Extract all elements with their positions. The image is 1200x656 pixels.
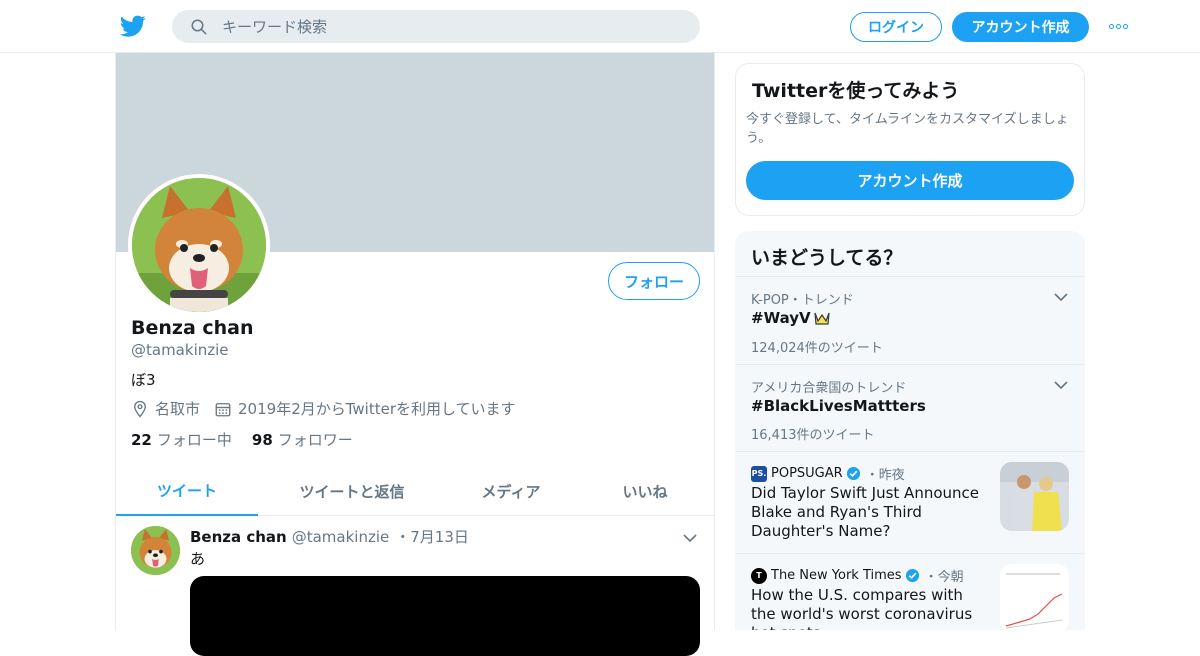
news-time: ・今朝 xyxy=(924,570,964,585)
followers-label: フォロワー xyxy=(277,431,353,449)
chevron-down-icon[interactable] xyxy=(1053,289,1069,305)
signup-promo-description: 今すぐ登録して、タイムラインをカスタマイズしましょう。 xyxy=(746,112,1069,146)
tweet-header: Benza chan @tamakinzie ・ 7月13日 xyxy=(190,526,469,547)
popsugar-logo-icon: PS. xyxy=(751,465,767,482)
tab-media[interactable]: メディア xyxy=(446,467,576,516)
tweet-item[interactable]: Benza chan @tamakinzie ・ 7月13日 あ xyxy=(116,516,714,656)
tweet-separator: ・ xyxy=(395,528,411,546)
tweet-text: あ xyxy=(190,550,206,568)
trend-item[interactable]: アメリカ合衆国のトレンド #BlackLivesMattters 16,413件… xyxy=(735,364,1085,451)
nytimes-logo-icon: T xyxy=(751,567,767,584)
signup-promo-box: Twitterを使ってみよう 今すぐ登録して、タイムラインをカスタマイズしましょ… xyxy=(735,63,1085,216)
tweet-author-name[interactable]: Benza chan xyxy=(190,528,287,546)
trends-panel: いまどうしてる？ K-POP・トレンド #WayV 124,024件のツイート … xyxy=(735,231,1085,630)
tab-tweets[interactable]: ツイート xyxy=(116,467,258,516)
trend-tag: #WayV xyxy=(751,309,831,327)
news-headline: Did Taylor Swift Just Announce Blake and… xyxy=(751,484,979,540)
location-pin-icon xyxy=(134,400,146,418)
profile-meta: 名取市 2019年2月からTwitterを利用しています xyxy=(131,398,516,419)
profile-name: Benza chan xyxy=(131,317,254,339)
profile-bio: ぼ3 xyxy=(131,371,156,389)
trend-tag: #BlackLivesMattters xyxy=(751,397,926,415)
search-input[interactable] xyxy=(222,17,662,36)
news-source: PS. POPSUGAR ・昨夜 xyxy=(751,464,905,483)
following-count: 22 xyxy=(131,431,152,449)
profile-joined: 2019年2月からTwitterを利用しています xyxy=(238,400,516,418)
verified-badge-icon xyxy=(905,568,919,583)
chevron-down-icon[interactable] xyxy=(682,530,698,546)
trend-count: 16,413件のツイート xyxy=(751,428,875,443)
signup-button[interactable]: アカウント作成 xyxy=(952,12,1089,42)
news-source-name: The New York Times xyxy=(771,568,902,583)
news-source: T The New York Times ・今朝 xyxy=(751,566,964,585)
profile-location: 名取市 xyxy=(155,400,201,418)
signup-promo-button[interactable]: アカウント作成 xyxy=(746,161,1074,200)
followers-link[interactable]: 98 フォロワー xyxy=(252,429,353,450)
search-icon xyxy=(191,19,207,34)
news-item[interactable]: T The New York Times ・今朝 How the U.S. co… xyxy=(735,553,1085,630)
followers-count: 98 xyxy=(251,431,273,449)
tweet-author-handle[interactable]: @tamakinzie xyxy=(292,528,390,546)
news-source-name: POPSUGAR xyxy=(771,466,843,481)
tweet-media[interactable] xyxy=(190,576,700,656)
trend-count: 124,024件のツイート xyxy=(751,341,883,356)
trends-title: いまどうしてる？ xyxy=(751,247,903,269)
crown-emoji-icon xyxy=(814,312,830,325)
profile-column: フォロー Benza chan @tamakinzie ぼ3 名取市 2019年… xyxy=(115,53,715,656)
news-thumbnail xyxy=(1000,462,1069,531)
signup-promo-title: Twitterを使ってみよう xyxy=(752,80,960,102)
follow-button[interactable]: フォロー xyxy=(608,262,700,300)
trend-category: アメリカ合衆国のトレンド xyxy=(751,381,907,396)
following-link[interactable]: 22 フォロー中 xyxy=(131,429,232,450)
login-button[interactable]: ログイン xyxy=(850,12,942,42)
calendar-icon xyxy=(215,402,231,416)
news-thumbnail xyxy=(1000,564,1069,630)
profile-tabs: ツイート ツイートと返信 メディア いいね xyxy=(116,467,714,516)
more-menu-icon[interactable] xyxy=(1106,17,1130,35)
trend-category: K-POP・トレンド xyxy=(751,293,854,308)
chevron-down-icon[interactable] xyxy=(1053,377,1069,393)
profile-avatar[interactable] xyxy=(128,174,270,316)
trend-item[interactable]: K-POP・トレンド #WayV 124,024件のツイート xyxy=(735,276,1085,364)
news-item[interactable]: PS. POPSUGAR ・昨夜 Did Taylor Swift Just A… xyxy=(735,451,1085,553)
search-bar[interactable] xyxy=(172,10,700,43)
shiba-dog-avatar-icon xyxy=(131,526,180,575)
tweet-date[interactable]: 7月13日 xyxy=(410,526,469,547)
tweet-avatar[interactable] xyxy=(131,526,180,575)
news-headline: How the U.S. compares with the world's w… xyxy=(751,586,973,630)
shiba-dog-avatar-icon xyxy=(132,178,266,312)
twitter-logo-icon[interactable] xyxy=(120,13,146,39)
profile-stats: 22 フォロー中 98 フォロワー xyxy=(131,429,373,450)
following-label: フォロー中 xyxy=(156,431,232,449)
profile-handle: @tamakinzie xyxy=(131,341,229,359)
tab-likes[interactable]: いいね xyxy=(576,467,714,516)
tab-tweets-replies[interactable]: ツイートと返信 xyxy=(258,467,446,516)
trend-tag-text: #WayV xyxy=(751,309,811,327)
top-bar: ログイン アカウント作成 xyxy=(0,0,1200,53)
news-time: ・昨夜 xyxy=(865,468,905,483)
verified-badge-icon xyxy=(846,466,860,481)
